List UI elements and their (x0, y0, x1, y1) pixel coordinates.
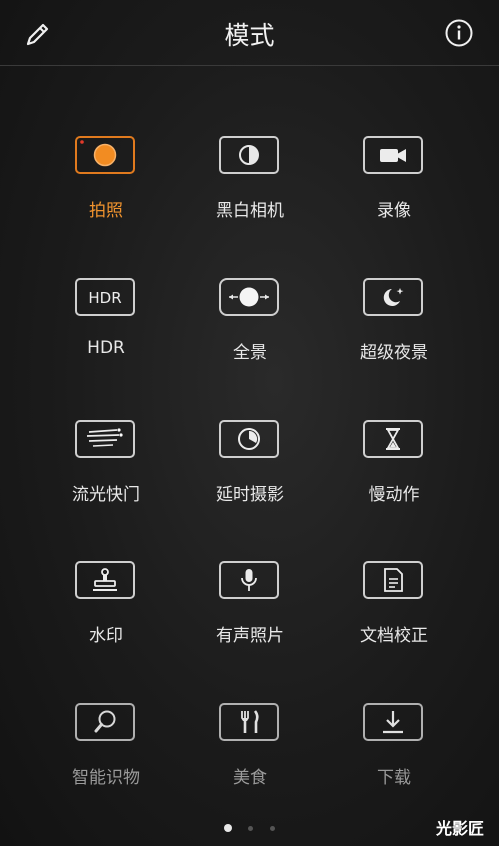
download-icon (363, 703, 423, 741)
mode-label: 下载 (377, 768, 411, 788)
audio-photo-icon (219, 561, 279, 599)
page-dot-active[interactable] (224, 824, 232, 832)
mode-slow-motion[interactable]: 慢动作 (324, 420, 464, 530)
page-title: 模式 (224, 21, 275, 50)
photo-icon (75, 136, 135, 174)
mode-photo[interactable]: 拍照 (36, 136, 176, 246)
mode-label: 超级夜景 (360, 343, 428, 363)
monochrome-icon (219, 136, 279, 174)
mode-panorama[interactable]: 全景 (180, 278, 320, 388)
mode-object-recognition[interactable]: 智能识物 (36, 703, 176, 813)
video-icon (363, 136, 423, 174)
mode-label: 拍照 (89, 201, 123, 221)
document-scan-icon (363, 561, 423, 599)
svg-text:HDR: HDR (88, 289, 121, 307)
mode-label: 水印 (89, 626, 123, 646)
hdr-icon: HDR (75, 278, 135, 316)
mode-video[interactable]: 录像 (324, 136, 464, 246)
mode-document-scan[interactable]: 文档校正 (324, 561, 464, 671)
mode-food[interactable]: 美食 (180, 703, 320, 813)
info-icon[interactable] (444, 18, 474, 48)
slow-motion-icon (363, 420, 423, 458)
mode-label: 有声照片 (216, 626, 284, 646)
mode-label: 慢动作 (368, 485, 420, 505)
mode-label: 延时摄影 (216, 485, 284, 505)
night-mode-icon (363, 278, 423, 316)
page-dot[interactable] (270, 826, 275, 831)
mode-hdr[interactable]: HDR HDR (36, 278, 176, 388)
mode-monochrome[interactable]: 黑白相机 (180, 136, 320, 246)
mode-label: 黑白相机 (216, 201, 284, 221)
mode-night[interactable]: 超级夜景 (324, 278, 464, 388)
header-divider (0, 65, 499, 66)
watermark-text: 光影匠 (436, 819, 485, 838)
mode-label: 美食 (233, 768, 267, 788)
light-painting-icon (75, 420, 135, 458)
mode-time-lapse[interactable]: 延时摄影 (180, 420, 320, 530)
time-lapse-icon (219, 420, 279, 458)
object-recognition-icon (75, 703, 135, 741)
mode-audio-photo[interactable]: 有声照片 (180, 561, 320, 671)
mode-label: 录像 (377, 201, 411, 221)
panorama-icon (219, 278, 279, 316)
top-bar: 模式 (0, 0, 499, 66)
mode-label: 文档校正 (360, 626, 428, 646)
mode-label: 全景 (233, 343, 267, 363)
watermark-stamp-icon (75, 561, 135, 599)
mode-light-painting[interactable]: 流光快门 (36, 420, 176, 530)
page-dot[interactable] (248, 826, 253, 831)
mode-label: HDR (87, 338, 125, 358)
food-icon (219, 703, 279, 741)
mode-watermark[interactable]: 水印 (36, 561, 176, 671)
mode-download[interactable]: 下载 (324, 703, 464, 813)
mode-label: 智能识物 (72, 768, 140, 788)
mode-label: 流光快门 (72, 485, 140, 505)
page-indicator[interactable] (0, 824, 499, 834)
